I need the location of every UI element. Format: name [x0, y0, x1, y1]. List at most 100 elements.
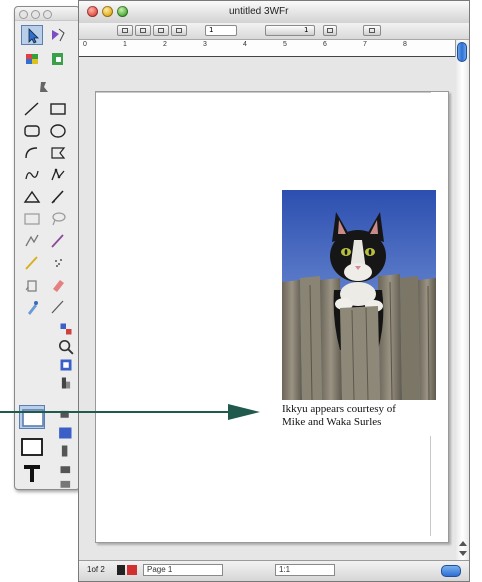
ruler-label: 6: [323, 41, 327, 48]
spline-icon: [51, 168, 65, 181]
tool-mini-1[interactable]: [55, 405, 71, 419]
palette-close-button[interactable]: [19, 10, 28, 19]
pointer-tool[interactable]: [21, 25, 43, 45]
stamp-tool[interactable]: [33, 77, 55, 97]
triangle-icon: [23, 190, 41, 203]
brush-tool[interactable]: [47, 231, 69, 251]
scroll-up-arrow-icon[interactable]: [459, 541, 467, 546]
pen-icon: [51, 190, 64, 204]
pen-tool[interactable]: [47, 187, 69, 207]
cat-photo[interactable]: [282, 190, 436, 400]
zoom-icon: [58, 339, 74, 355]
lasso-icon: [52, 212, 66, 226]
polygon-tool[interactable]: [21, 165, 43, 185]
ruler-label: 1: [123, 41, 127, 48]
page-number-field[interactable]: 1: [205, 25, 237, 36]
margin-guide-right: [430, 436, 431, 536]
rotate-icon: [60, 323, 72, 335]
minimize-button[interactable]: [102, 6, 113, 17]
ruler-label: 2: [163, 41, 167, 48]
knife-tool[interactable]: [47, 297, 69, 317]
orthogonal-line-icon: [60, 480, 71, 488]
layout-canvas: Ikkyu appears courtesy of Mike and Waka …: [79, 57, 456, 562]
hand-icon: [60, 359, 72, 371]
zoom-slider[interactable]: [441, 565, 461, 577]
lasso-tool[interactable]: [47, 209, 69, 229]
puzzle-tool[interactable]: [47, 49, 69, 69]
rotate-tool[interactable]: [55, 319, 72, 335]
hand-tool[interactable]: [55, 355, 72, 371]
stamp-icon: [40, 82, 48, 92]
horizontal-ruler[interactable]: 0 1 2 3 4 5 6 7 8: [79, 40, 469, 57]
tool-mini-3[interactable]: [55, 441, 71, 457]
connector-tool[interactable]: [21, 231, 43, 251]
page-options-button[interactable]: [323, 25, 337, 36]
page-popup[interactable]: Page 1: [143, 564, 223, 576]
view-thumb-button[interactable]: [117, 25, 133, 36]
close-button[interactable]: [87, 6, 98, 17]
eyedropper-tool[interactable]: [21, 297, 43, 317]
page-marker-icon[interactable]: [127, 565, 137, 575]
page-nav-control[interactable]: 1: [265, 25, 315, 36]
measure-tool[interactable]: [55, 373, 71, 389]
palette-zoom-button[interactable]: [43, 10, 52, 19]
window-title: untitled 3WFr: [229, 6, 289, 17]
line-icon: [24, 102, 39, 116]
view-single-button[interactable]: [135, 25, 151, 36]
arc-tool[interactable]: [21, 143, 43, 163]
tool-mini-4[interactable]: [55, 459, 71, 474]
ruler-label: 7: [363, 41, 367, 48]
zoom-field[interactable]: 1:1: [275, 564, 335, 576]
window-titlebar[interactable]: untitled 3WFr: [79, 1, 469, 24]
freeform-tool[interactable]: [47, 143, 69, 163]
page-count-indicator: 1of 2: [87, 565, 105, 574]
freeform-icon: [51, 147, 66, 159]
margin-guide-top: [96, 92, 431, 93]
zoom-tool[interactable]: [55, 337, 74, 355]
frame-tool[interactable]: [19, 405, 45, 429]
eyedropper-icon: [28, 301, 38, 315]
spray-tool[interactable]: [47, 253, 69, 273]
box-tool[interactable]: [21, 209, 43, 229]
text-frame-tool[interactable]: [19, 435, 45, 459]
rounded-rect-tool[interactable]: [21, 121, 43, 141]
document-window: untitled 3WFr 1 1 0 1 2 3 4 5 6 7 8 Ikky…: [78, 0, 470, 582]
ruler-label: 5: [283, 41, 287, 48]
grid-icon: [26, 54, 38, 64]
brush-icon: [51, 234, 64, 248]
palette-titlebar[interactable]: [15, 7, 79, 21]
oval-tool[interactable]: [47, 121, 69, 141]
triangle-tool[interactable]: [21, 187, 43, 207]
text-tool[interactable]: [19, 461, 45, 485]
ruler-label: 4: [243, 41, 247, 48]
zoom-button[interactable]: [117, 6, 128, 17]
eraser-icon: [53, 280, 64, 292]
spray-icon: [55, 259, 62, 267]
rectangle-tool[interactable]: [47, 99, 69, 119]
grid-tool[interactable]: [21, 49, 43, 69]
page-prev-icon[interactable]: [117, 565, 125, 575]
caption-line-1: Ikkyu appears courtesy of: [282, 403, 396, 415]
palette-minimize-button[interactable]: [31, 10, 40, 19]
connector-icon: [25, 234, 39, 247]
photo-caption[interactable]: Ikkyu appears courtesy of Mike and Waka …: [282, 403, 457, 429]
reshape-tool[interactable]: [47, 25, 69, 45]
bucket-tool[interactable]: [21, 275, 43, 295]
scroll-down-arrow-icon[interactable]: [459, 551, 467, 556]
eraser-tool[interactable]: [47, 275, 69, 295]
document-page[interactable]: Ikkyu appears courtesy of Mike and Waka …: [95, 91, 449, 543]
rectangle-icon: [50, 103, 66, 115]
arc-icon: [25, 147, 38, 159]
tool-mini-2[interactable]: [55, 423, 72, 439]
scroll-thumb[interactable]: [457, 42, 467, 62]
frame-tool-icon: [22, 409, 44, 427]
view-spread-button[interactable]: [153, 25, 169, 36]
view-facing-button[interactable]: [171, 25, 187, 36]
tool-mini-5[interactable]: [55, 475, 71, 488]
measure-icon: [61, 377, 71, 389]
layout-options-button[interactable]: [363, 25, 381, 36]
vertical-scrollbar[interactable]: [455, 40, 469, 562]
line-tool[interactable]: [21, 99, 43, 119]
pencil-tool[interactable]: [21, 253, 43, 273]
spline-tool[interactable]: [47, 165, 69, 185]
